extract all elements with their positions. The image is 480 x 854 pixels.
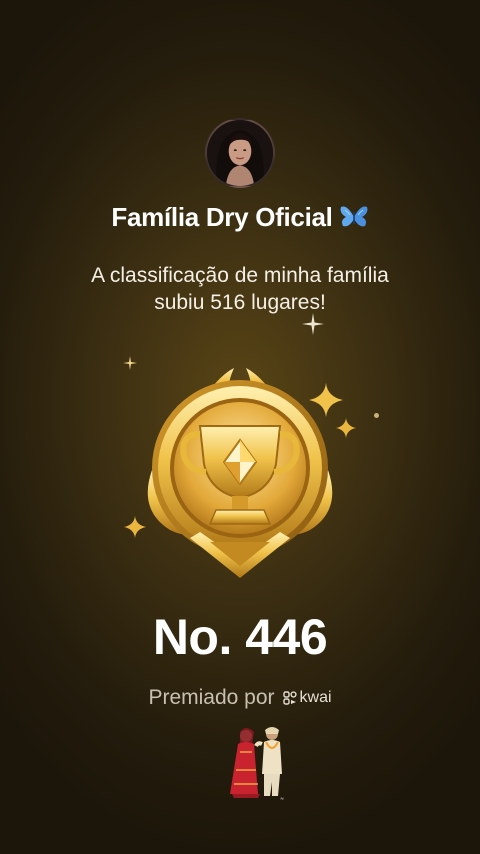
rank-change-line-2: subiu 516 lugares!	[154, 291, 326, 314]
sparkle-icon	[374, 413, 379, 418]
family-name-text: Família Dry Oficial	[111, 202, 333, 232]
trophy-medal-icon	[147, 368, 333, 578]
rank-change-message: A classificação de minha família subiu 5…	[40, 262, 440, 316]
couple-sticker-icon: ≈	[230, 727, 284, 802]
awarded-by-label: Premiado por	[148, 686, 275, 709]
sparkle-icon	[302, 313, 324, 335]
butterfly-icon	[339, 204, 369, 237]
awarded-by: Premiado por kwai	[0, 686, 480, 710]
brand-name: kwai	[299, 689, 332, 706]
rank-number: No. 446	[152, 609, 328, 665]
brand-logo: kwai	[282, 689, 332, 707]
svg-text:≈: ≈	[280, 796, 284, 802]
kwai-logo-icon	[282, 691, 297, 705]
avatar	[205, 118, 275, 188]
family-name: Família Dry Oficial	[0, 202, 480, 237]
rank-change-line-1: A classificação de minha família	[91, 264, 389, 287]
